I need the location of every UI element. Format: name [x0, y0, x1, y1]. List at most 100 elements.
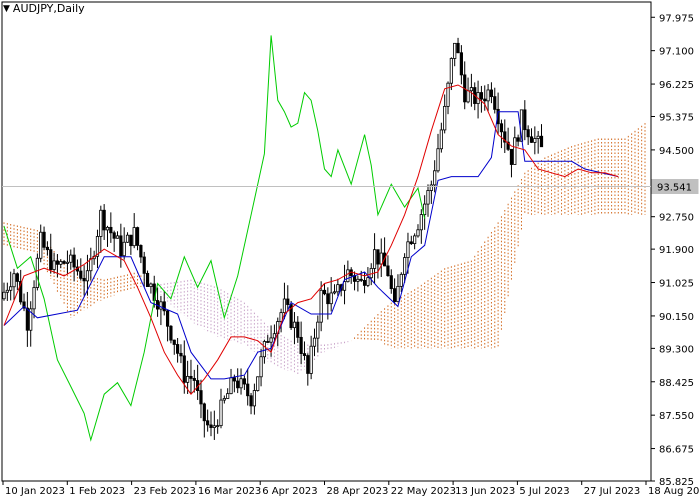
candle-body [536, 135, 540, 139]
candle-body [286, 298, 290, 305]
candle-body [206, 420, 210, 426]
candle-body [356, 278, 360, 282]
candle-body [119, 235, 123, 257]
y-tick-label: 97.975 [659, 13, 694, 24]
price-chart[interactable]: 97.97597.10096.22595.37594.50093.62592.7… [0, 0, 700, 500]
candle-body [176, 344, 180, 354]
candle-body [456, 42, 460, 54]
candle-body [379, 252, 383, 265]
y-tick-label: 90.150 [659, 312, 694, 323]
candle-body [539, 135, 544, 148]
candle-body [309, 345, 313, 374]
candle-body [55, 260, 60, 265]
candle-body [209, 424, 213, 428]
candle-body [99, 209, 103, 237]
candle-body [526, 129, 530, 138]
candle-body [232, 377, 236, 382]
y-tick-label: 91.025 [659, 279, 694, 290]
candle-body [216, 425, 220, 428]
candle-body [179, 352, 183, 357]
x-tick-label: 6 Apr 2023 [262, 486, 317, 497]
y-tick-label: 96.225 [659, 80, 694, 91]
candle-body [486, 89, 490, 102]
candle-body [162, 301, 166, 312]
x-tick-label: 1 Feb 2023 [69, 486, 125, 497]
candle-body [332, 291, 337, 294]
candle-body [299, 336, 303, 354]
candle-body [296, 321, 300, 338]
candle-body [453, 42, 457, 59]
candle-body [413, 235, 417, 245]
candle-body [186, 375, 190, 383]
candle-body [269, 337, 273, 343]
candle-body [229, 377, 233, 395]
candle-body [483, 98, 487, 102]
candle-body [372, 249, 377, 269]
candle-body [446, 82, 450, 107]
candle-body [513, 137, 517, 165]
candle-body [112, 232, 116, 239]
x-tick-label: 23 Feb 2023 [134, 486, 196, 497]
candle-body [359, 278, 363, 281]
candle-body [282, 298, 287, 314]
candle-body [2, 291, 6, 300]
candle-body [45, 246, 50, 251]
candle-body [426, 190, 430, 205]
candle-body [202, 403, 206, 422]
candle-body [459, 52, 463, 76]
candle-body [72, 254, 76, 268]
candle-body [239, 378, 243, 389]
candle-body [433, 170, 437, 186]
candle-body [403, 257, 407, 275]
candle-body [419, 214, 423, 231]
candle-body [416, 229, 420, 237]
current-price-label: 93.541 [657, 183, 692, 194]
candle-body [169, 325, 173, 341]
candle-body [479, 92, 484, 100]
candle-body [172, 339, 176, 345]
candle-body [9, 286, 13, 291]
candle-body [192, 378, 196, 381]
x-tick-label: 28 Apr 2023 [327, 486, 389, 497]
candle-body [159, 301, 163, 310]
x-tick-label: 16 Mar 2023 [198, 486, 261, 497]
candle-body [366, 277, 370, 286]
candle-body [165, 310, 170, 327]
candle-body [499, 123, 504, 133]
candle-body [429, 184, 433, 191]
candle-body [226, 393, 230, 399]
candle-body [409, 241, 413, 245]
candle-body [386, 265, 390, 277]
candle-body [49, 249, 53, 270]
candle-body [509, 148, 514, 165]
candle-body [376, 249, 380, 265]
candle-body [256, 376, 260, 391]
y-tick-label: 97.100 [659, 47, 694, 58]
y-tick-label: 89.300 [659, 344, 694, 355]
x-tick-label: 22 May 2023 [391, 486, 456, 497]
candle-body [182, 355, 186, 383]
candle-body [129, 234, 133, 247]
candle-body [25, 307, 29, 331]
y-tick-label: 86.675 [659, 445, 694, 456]
candle-body [242, 378, 246, 385]
candle-body [69, 254, 73, 263]
candle-body [122, 241, 126, 257]
candle-body [12, 273, 16, 288]
candle-body [489, 89, 494, 98]
candle-body [149, 283, 153, 288]
candle-body [15, 273, 19, 282]
candle-body [42, 231, 46, 248]
candle-body [189, 375, 193, 379]
candle-body [259, 356, 263, 378]
candle-body [82, 277, 86, 282]
candles [2, 37, 544, 440]
candle-body [362, 280, 367, 286]
candle-body [109, 226, 113, 234]
candle-body [145, 272, 150, 288]
candle-body [469, 87, 473, 92]
candle-body [329, 292, 333, 305]
candle-body [316, 321, 320, 339]
x-tick-label: 18 Aug 2023 [648, 486, 700, 497]
candle-body [346, 269, 350, 283]
